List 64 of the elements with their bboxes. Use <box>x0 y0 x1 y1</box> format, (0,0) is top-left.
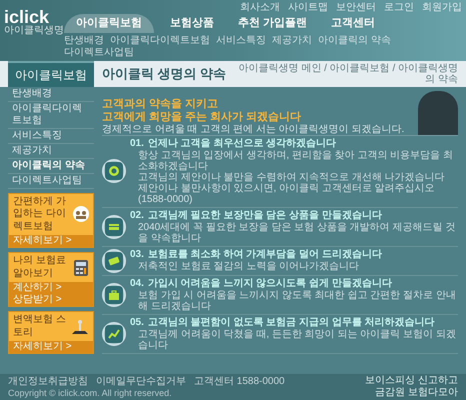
top-link[interactable]: 회사소개 <box>240 2 280 14</box>
banner-link[interactable]: 상담받기 > <box>13 294 62 306</box>
promise-bullet: 보험 가입 시 어려움을 느끼시지 않도록 최대한 쉽고 간편한 절차로 안내해 드리겠습니다 <box>137 290 457 312</box>
sidebar-menu-item[interactable]: 서비스특징 <box>8 128 94 144</box>
promise-number: 05. <box>130 316 144 328</box>
promise-title: 고객님께 필요한 보장만을 담은 상품을 만들겠습니다 <box>148 210 382 222</box>
briefcase-icon <box>108 288 120 300</box>
hero-heading: 고객에게 희망을 주는 회사가 되겠습니다 <box>102 110 302 124</box>
sidebar-menu-item[interactable]: 아이클릭의 약속 <box>8 158 94 174</box>
promise-bullet: 고객님의 제안이나 불만을 수렴하여 지속적으로 개선해 나가겠습니다 <box>137 172 446 182</box>
footer-link[interactable]: 이메일무단수집거부 <box>96 376 186 388</box>
top-link[interactable]: 로그인 <box>384 2 414 14</box>
promise-title: 고객님의 불편함이 없도록 보험금 지급의 업무를 처리하겠습니다 <box>148 316 435 328</box>
sub-nav-link[interactable]: 아이클릭다이렉트보험 <box>110 34 210 46</box>
promise-bullet: 항상 고객님의 입장에서 생각하며, 편리함을 찾아 고객의 비용부담을 최소화하겠습니다 <box>137 150 454 172</box>
promise-bullet: 고객님께 어려움이 닥쳤을 때, 든든한 희망이 되는 아이클릭 보험이 되겠습니다 <box>137 328 457 350</box>
promise-number: 03. <box>130 249 144 261</box>
logo-subtitle: 아이클릭생명 <box>4 26 60 36</box>
sidebar-title: 아이클릭보험 <box>8 60 94 86</box>
promise-title: 언제나 고객을 최우선으로 생각하겠습니다 <box>148 138 336 150</box>
sub-nav-link[interactable]: 제공가치 <box>272 34 312 46</box>
figure-icon <box>71 318 89 334</box>
promise-number: 02. <box>130 210 144 222</box>
promise-number: 01. <box>130 138 144 150</box>
hero-text: 경제적으로 어려울 때 고객의 편에 서는 아이클릭생명이 되겠습니다. <box>102 124 406 134</box>
logo[interactable]: iclick <box>4 8 60 26</box>
coin-icon <box>108 165 120 177</box>
breadcrumb: 아이클릭생명 메인 / 아이클릭보험 / 아이클릭생명의 약속 <box>238 62 458 84</box>
chart-icon <box>108 328 120 340</box>
top-link[interactable]: 보안센터 <box>336 2 376 14</box>
banknote-icon <box>108 254 120 266</box>
banner-title: 간편하게 가입하는 다이렉트보험 <box>13 196 67 233</box>
footer-link[interactable]: 개인정보취급방침 <box>8 376 88 388</box>
page-title: 아이클릭 생명의 약속 <box>102 64 226 83</box>
nav-tab[interactable]: 아이클릭보험 <box>64 14 154 32</box>
promise-bullet: 저축적인 보험료 절감의 노력을 이어나가겠습니다 <box>137 261 360 272</box>
banner-link[interactable]: 계산하기 > <box>13 282 62 294</box>
sidebar-menu-item[interactable]: 다이렉트사업팀 <box>8 174 94 188</box>
nav-tab[interactable]: 추천 가입플랜 <box>230 14 316 32</box>
top-link[interactable]: 사이트맵 <box>288 2 328 14</box>
footer-link[interactable]: 보이스피싱 신고하고 <box>365 375 458 387</box>
top-link[interactable]: 회원가입 <box>422 2 462 14</box>
nav-tab[interactable]: 고객센터 <box>323 14 384 32</box>
calculator-icon <box>73 258 89 276</box>
photo-placeholder <box>418 90 458 134</box>
banner-title: 나의 보험료 알아보기 <box>13 255 67 280</box>
sidebar-menu-item[interactable]: 탄생배경 <box>8 86 94 102</box>
promise-title: 보험료를 최소화 하여 가계부담을 덜어 드리겠습니다 <box>148 249 382 261</box>
hero-heading: 고객과의 약속을 지키고 <box>102 98 220 110</box>
promise-bullet: 제안이나 불만사항이 있으시면, 아이클릭 고객센터로 알려주십시오 (1588-0000) <box>137 182 436 204</box>
footer-link[interactable]: 고객센터 1588-0000 <box>194 376 285 388</box>
sub-nav-link[interactable]: 아이클릭의 약속 <box>318 34 391 46</box>
banner-title: 변액보험 스토리 <box>13 314 67 339</box>
sidebar-menu-item[interactable]: 아이클릭다이렉트보험 <box>8 102 94 128</box>
promise-bullet: 2040세대에 꼭 필요한 보장을 담은 보험 상품을 개발하여 제공해드릴 것을 약속합니다 <box>137 222 456 244</box>
copyright: Copyright © iclick.com. All right reserved. <box>8 388 173 398</box>
promise-number: 04. <box>130 278 144 290</box>
nav-tab[interactable]: 보험상품 <box>162 14 222 32</box>
promise-title: 가입시 어려움을 느끼지 않으시도록 쉽게 만들겠습니다 <box>148 278 392 290</box>
sub-nav-link[interactable]: 탄생배경 <box>64 34 104 46</box>
sub-nav-link[interactable]: 서비스특징 <box>216 34 266 46</box>
sub-nav-link[interactable]: 다이렉트사업팀 <box>64 46 134 58</box>
footer-link[interactable]: 금감원 보험다모아 <box>375 387 458 399</box>
sidebar-menu-item[interactable]: 제공가치 <box>8 144 94 158</box>
